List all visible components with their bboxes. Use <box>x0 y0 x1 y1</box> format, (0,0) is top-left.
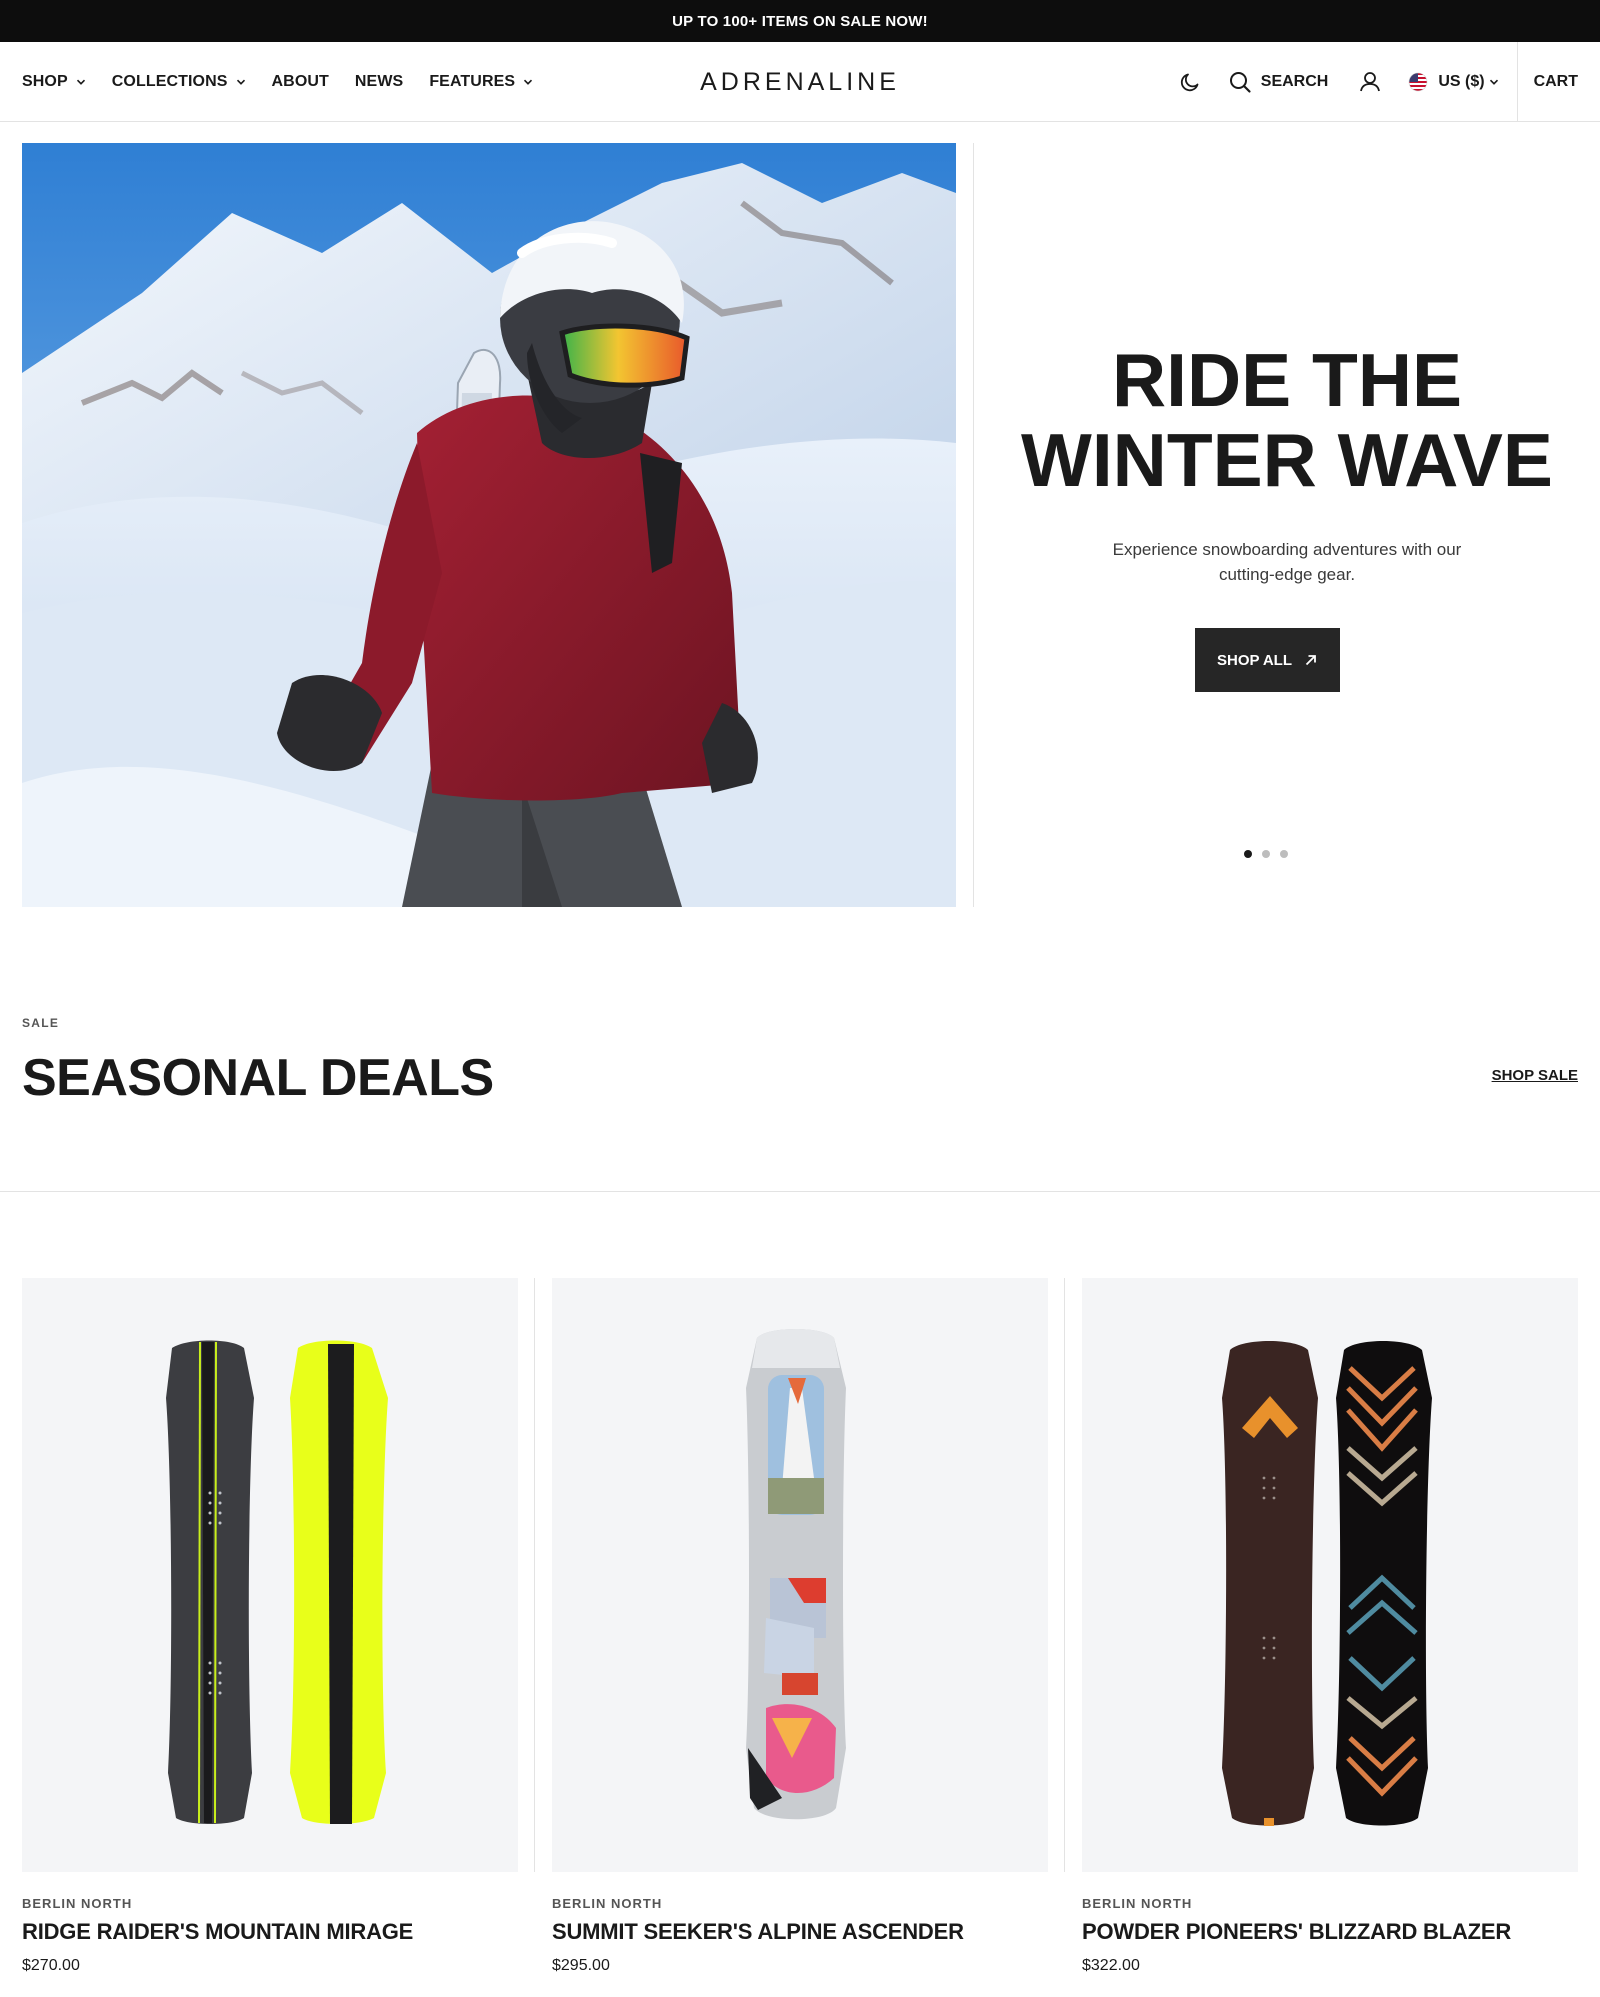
product-brand: BERLIN NORTH <box>1082 1896 1193 1911</box>
arrow-up-right-icon <box>1305 655 1316 666</box>
us-flag-icon <box>1409 72 1428 92</box>
nav-label: SHOP <box>22 73 68 90</box>
account-button[interactable] <box>1358 70 1382 94</box>
snowboard-image <box>166 1340 388 1824</box>
section-eyebrow: SALE <box>22 1016 60 1030</box>
snowboard-image <box>1222 1341 1432 1826</box>
hero-subtitle: Experience snowboarding adventures with … <box>1112 540 1462 584</box>
hero-title-line: RIDE THE <box>1111 338 1463 422</box>
site-header: SHOP COLLECTIONS ABOUT NEWS FEATURES ADR… <box>0 42 1600 122</box>
chevron-down-icon <box>236 79 245 85</box>
nav-label: FEATURES <box>429 73 516 90</box>
product-brand: BERLIN NORTH <box>552 1896 663 1911</box>
product-image[interactable] <box>1082 1278 1578 1872</box>
shop-sale-link[interactable]: SHOP SALE <box>1492 1067 1578 1084</box>
slide-dot-1[interactable] <box>1244 850 1252 858</box>
chevron-down-icon <box>76 79 85 85</box>
product-image[interactable] <box>552 1278 1048 1872</box>
chevron-down-icon <box>524 79 533 85</box>
nav-item-collections[interactable]: COLLECTIONS <box>112 73 246 91</box>
product-card[interactable] <box>1082 1278 1578 1872</box>
product-name[interactable]: SUMMIT SEEKER'S ALPINE ASCENDER <box>552 1919 964 1945</box>
shop-all-button[interactable]: SHOP ALL <box>1195 628 1340 692</box>
nav-item-shop[interactable]: SHOP <box>22 73 86 91</box>
product-price: $270.00 <box>22 1957 80 1974</box>
header-tools: SEARCH US ($) CART <box>1178 42 1600 122</box>
hero-image <box>22 143 956 907</box>
slide-indicator <box>1244 850 1288 858</box>
card-divider <box>1064 1278 1065 1872</box>
product-brand: BERLIN NORTH <box>22 1896 133 1911</box>
site-logo[interactable]: ADRENALINE <box>700 68 900 97</box>
nav-item-news[interactable]: NEWS <box>355 73 403 91</box>
search-icon <box>1229 72 1251 93</box>
product-name[interactable]: POWDER PIONEERS' BLIZZARD BLAZER <box>1082 1919 1511 1945</box>
cart-label: CART <box>1533 73 1578 90</box>
currency-selector[interactable]: US ($) <box>1408 72 1498 92</box>
search-button[interactable]: SEARCH <box>1228 70 1329 94</box>
hero-title: RIDE THE WINTER WAVE <box>974 340 1600 500</box>
product-card[interactable] <box>22 1278 518 1872</box>
nav-label: COLLECTIONS <box>111 73 228 90</box>
search-label: SEARCH <box>1260 73 1329 90</box>
moon-icon <box>1180 73 1199 92</box>
user-icon <box>1360 72 1381 92</box>
hero-title-line: WINTER WAVE <box>1021 418 1553 502</box>
slide-dot-2[interactable] <box>1262 850 1270 858</box>
card-divider <box>534 1278 535 1872</box>
nav-label: ABOUT <box>271 73 329 90</box>
cart-button[interactable]: CART <box>1516 42 1600 122</box>
announcement-text: UP TO 100+ ITEMS ON SALE NOW! <box>672 12 928 30</box>
product-image[interactable] <box>22 1278 518 1872</box>
product-price: $322.00 <box>1082 1957 1140 1974</box>
announcement-bar: UP TO 100+ ITEMS ON SALE NOW! <box>0 0 1600 42</box>
product-price: $295.00 <box>552 1957 610 1974</box>
product-name[interactable]: RIDGE RAIDER'S MOUNTAIN MIRAGE <box>22 1919 413 1945</box>
nav-item-features[interactable]: FEATURES <box>429 73 533 91</box>
theme-toggle-button[interactable] <box>1178 70 1202 94</box>
hero-content: RIDE THE WINTER WAVE Experience snowboar… <box>974 143 1600 907</box>
product-card[interactable] <box>552 1278 1048 1872</box>
snowboard-image <box>746 1329 846 1820</box>
section-title: SEASONAL DEALS <box>22 1049 494 1107</box>
snowboarder-photo <box>22 143 956 907</box>
nav-item-about[interactable]: ABOUT <box>272 73 329 91</box>
shop-all-label: SHOP ALL <box>1216 651 1292 669</box>
nav-label: NEWS <box>354 73 404 90</box>
section-divider <box>0 1191 1600 1192</box>
slide-dot-3[interactable] <box>1280 850 1288 858</box>
chevron-down-icon <box>1489 79 1498 85</box>
currency-label: US ($) <box>1438 73 1485 90</box>
main-nav: SHOP COLLECTIONS ABOUT NEWS FEATURES <box>22 42 533 122</box>
